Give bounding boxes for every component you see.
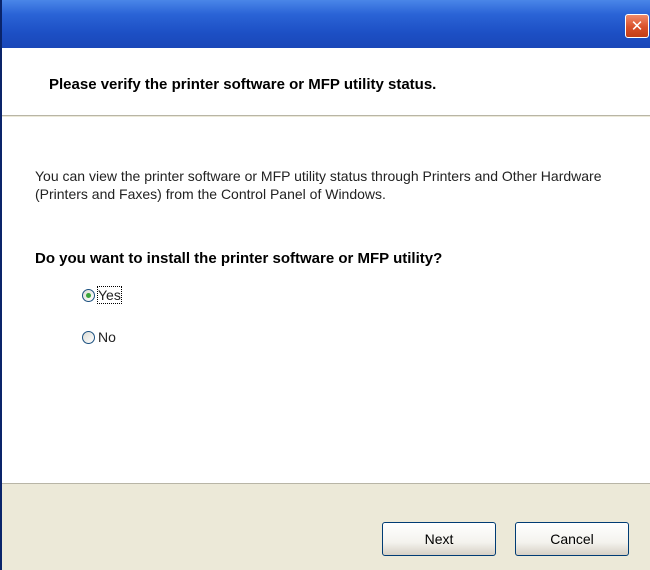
dialog-content: You can view the printer software or MFP… xyxy=(2,117,650,483)
install-question: Do you want to install the printer softw… xyxy=(35,250,443,267)
radio-button-no[interactable] xyxy=(82,330,95,344)
close-button[interactable]: ✕ xyxy=(625,14,649,38)
dialog-header: Please verify the printer software or MF… xyxy=(2,48,650,116)
close-icon[interactable]: ✕ xyxy=(631,19,644,34)
radio-option-yes[interactable]: Yes xyxy=(82,286,122,304)
radio-label-no[interactable]: No xyxy=(98,329,116,345)
description-text: You can view the printer software or MFP… xyxy=(35,168,602,202)
radio-button-yes[interactable] xyxy=(82,288,95,302)
radio-selected-dot xyxy=(86,292,91,298)
dialog-footer: Next Cancel xyxy=(2,483,650,570)
next-button[interactable]: Next xyxy=(382,522,496,556)
header-title: Please verify the printer software or MF… xyxy=(49,76,437,93)
title-bar[interactable]: ✕ xyxy=(2,0,650,48)
radio-label-yes[interactable]: Yes xyxy=(97,286,122,304)
radio-option-no[interactable]: No xyxy=(82,329,116,345)
setup-dialog: ✕ Please verify the printer software or … xyxy=(0,0,650,570)
cancel-button[interactable]: Cancel xyxy=(515,522,629,556)
